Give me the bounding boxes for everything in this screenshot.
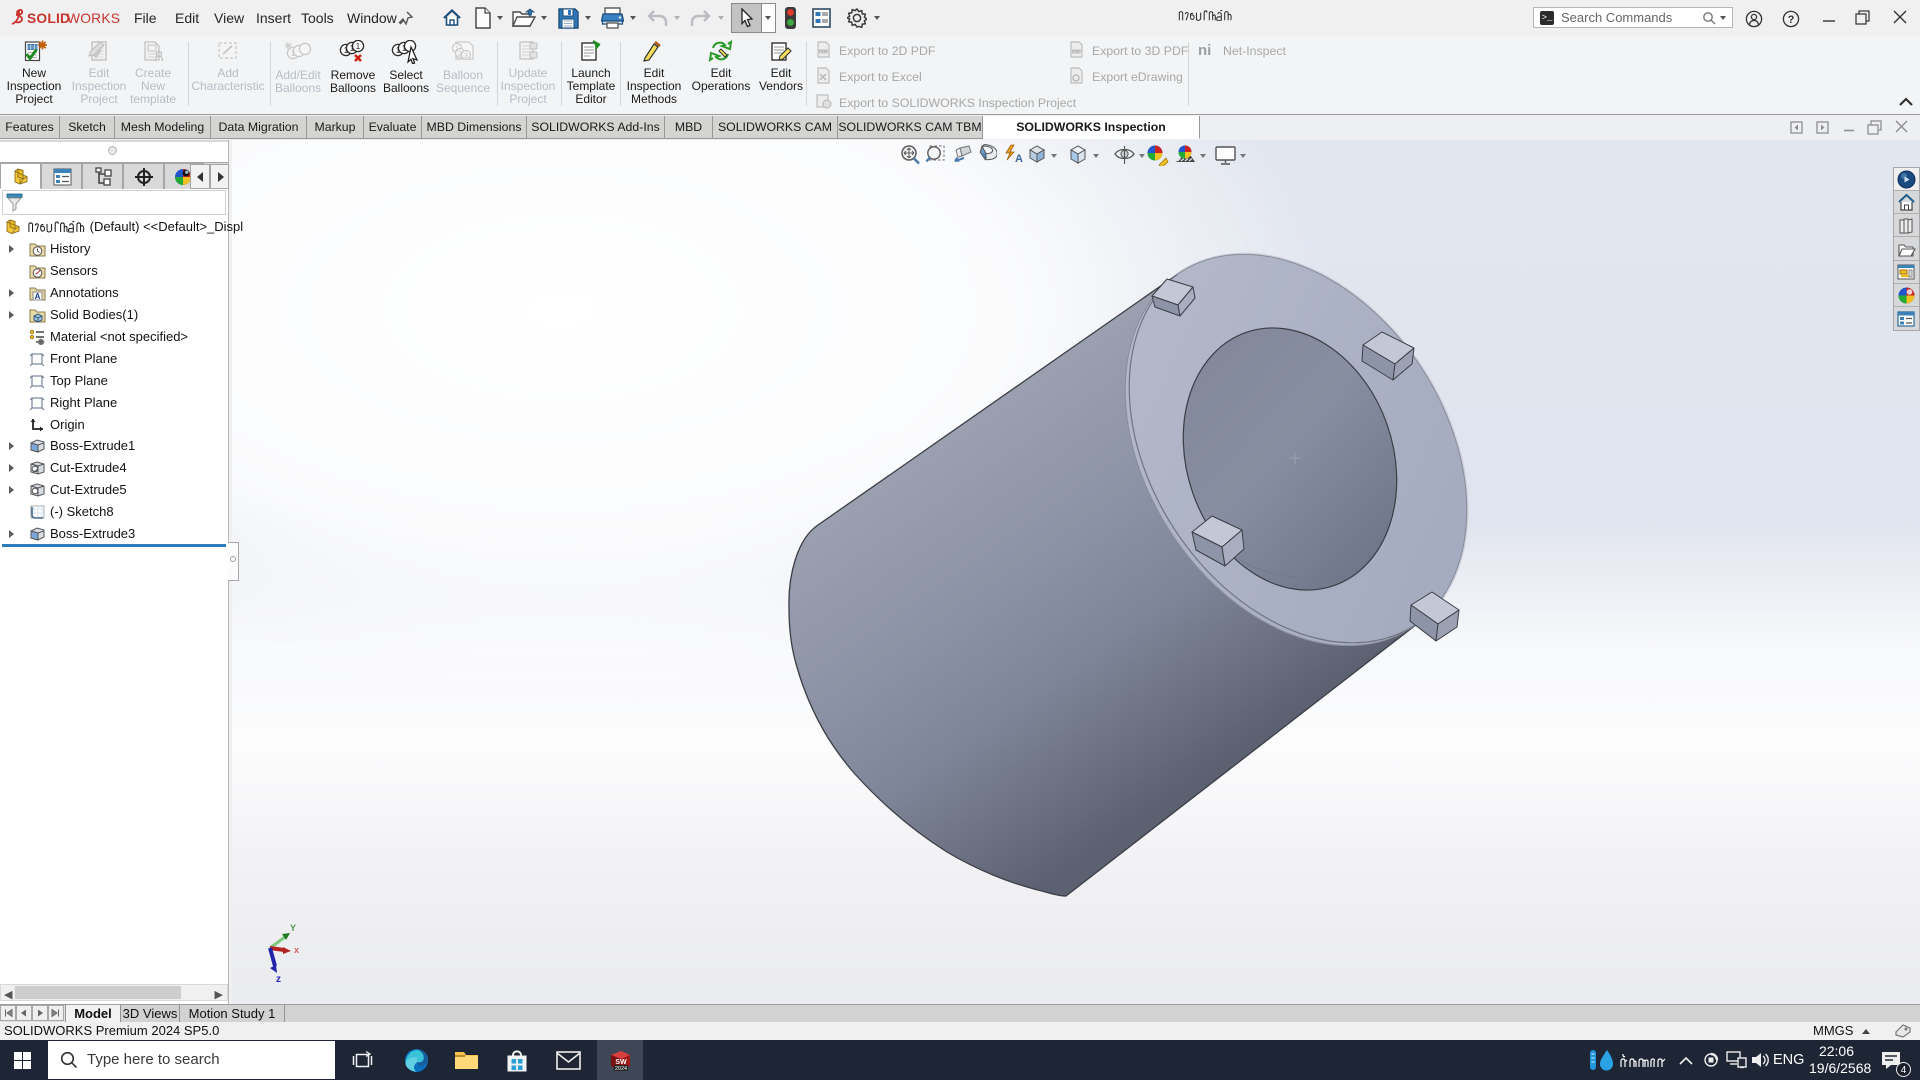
svg-text:z: z [276, 974, 281, 985]
svg-text:A: A [35, 292, 41, 301]
svg-text:1: 1 [291, 49, 296, 58]
svg-text:1: 1 [356, 42, 361, 51]
svg-text:PDF: PDF [819, 49, 828, 54]
svg-text:A: A [1015, 153, 1023, 165]
svg-text:SW: SW [615, 1059, 627, 1066]
svg-text:3: 3 [464, 53, 468, 60]
svg-text:PDF: PDF [1072, 49, 1081, 54]
svg-text:1: 1 [402, 44, 407, 53]
svg-text:1: 1 [350, 44, 355, 53]
svg-text:x: x [294, 945, 299, 955]
svg-text:WORKS: WORKS [67, 11, 120, 26]
svg-text:1: 1 [396, 46, 401, 55]
svg-text:2024: 2024 [615, 1066, 627, 1072]
svg-text:1: 1 [344, 46, 349, 55]
svg-text:2: 2 [458, 51, 462, 58]
svg-text:Y: Y [290, 923, 296, 933]
svg-text:ni: ni [1198, 42, 1211, 58]
svg-text:SOLID: SOLID [27, 11, 70, 26]
svg-text:?: ? [1788, 14, 1795, 26]
